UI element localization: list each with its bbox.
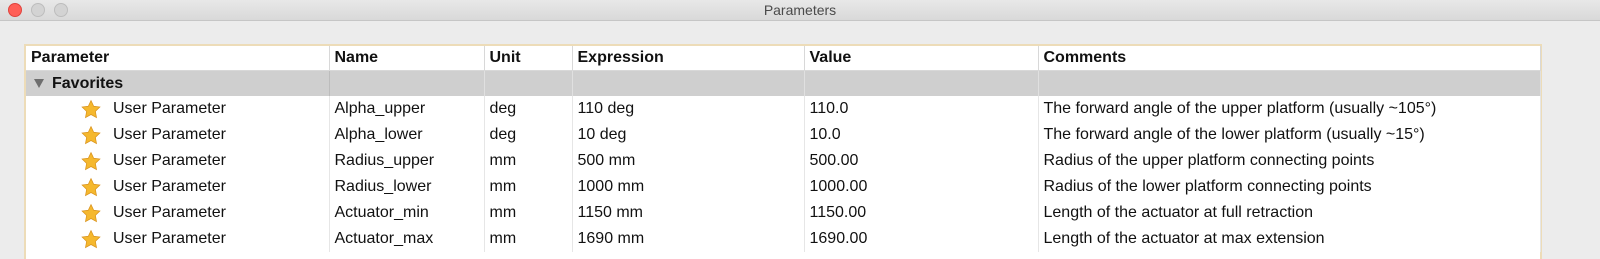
parameter-type-label: User Parameter bbox=[113, 204, 226, 221]
cell-comments[interactable]: Length of the actuator at max extension bbox=[1038, 226, 1541, 252]
cell-unit[interactable]: mm bbox=[484, 174, 573, 200]
group-row-favorites[interactable]: Favorites bbox=[26, 70, 1541, 96]
cell-value[interactable]: 1690.00 bbox=[804, 226, 1039, 252]
column-header-value[interactable]: Value bbox=[804, 46, 1039, 71]
cell-value[interactable]: 1000.00 bbox=[804, 174, 1039, 200]
star-icon[interactable] bbox=[80, 229, 102, 250]
table-row[interactable]: User Parameter Actuator_max mm 1690 mm 1690.… bbox=[26, 226, 1541, 252]
table-row[interactable]: User Parameter Radius_lower mm 1000 mm 1000.… bbox=[26, 174, 1541, 200]
cell-unit[interactable]: deg bbox=[484, 96, 573, 122]
triangle-down-icon[interactable] bbox=[34, 79, 44, 88]
cell-parameter[interactable]: User Parameter bbox=[26, 122, 330, 148]
parameter-type-label: User Parameter bbox=[113, 152, 226, 169]
cell-unit[interactable]: mm bbox=[484, 148, 573, 174]
cell-expression[interactable]: 1150 mm bbox=[572, 200, 805, 226]
column-header-comments[interactable]: Comments bbox=[1038, 46, 1541, 71]
star-icon[interactable] bbox=[80, 125, 102, 146]
parameters-table: Parameter Name Unit Expression Value Com… bbox=[26, 46, 1541, 252]
star-icon[interactable] bbox=[80, 177, 102, 198]
star-icon[interactable] bbox=[80, 203, 102, 224]
cell-expression[interactable]: 1000 mm bbox=[572, 174, 805, 200]
cell-comments[interactable]: The forward angle of the lower platform … bbox=[1038, 122, 1541, 148]
cell-parameter[interactable]: User Parameter bbox=[26, 226, 330, 252]
cell-value[interactable]: 110.0 bbox=[804, 96, 1039, 122]
star-icon[interactable] bbox=[80, 151, 102, 172]
cell-comments[interactable]: Radius of the lower platform connecting … bbox=[1038, 174, 1541, 200]
cell-expression[interactable]: 110 deg bbox=[572, 96, 805, 122]
table-row[interactable]: User Parameter Radius_upper mm 500 mm 500.00… bbox=[26, 148, 1541, 174]
table-row[interactable]: User Parameter Alpha_lower deg 10 deg 10.0 Th… bbox=[26, 122, 1541, 148]
group-cell-empty bbox=[484, 70, 573, 96]
cell-expression[interactable]: 10 deg bbox=[572, 122, 805, 148]
cell-parameter[interactable]: User Parameter bbox=[26, 148, 330, 174]
column-header-name[interactable]: Name bbox=[329, 46, 485, 71]
title-bar: Parameters bbox=[0, 0, 1600, 21]
cell-comments[interactable]: The forward angle of the upper platform … bbox=[1038, 96, 1541, 122]
parameters-table-frame: Parameter Name Unit Expression Value Com… bbox=[24, 44, 1542, 259]
cell-parameter[interactable]: User Parameter bbox=[26, 96, 330, 122]
cell-name[interactable]: Radius_lower bbox=[329, 174, 485, 200]
group-cell-empty bbox=[1038, 70, 1541, 96]
cell-name[interactable]: Actuator_min bbox=[329, 200, 485, 226]
group-cell-empty bbox=[329, 70, 485, 96]
cell-value[interactable]: 10.0 bbox=[804, 122, 1039, 148]
column-header-expression[interactable]: Expression bbox=[572, 46, 805, 71]
cell-unit[interactable]: mm bbox=[484, 226, 573, 252]
group-cell-empty bbox=[804, 70, 1039, 96]
column-header-unit[interactable]: Unit bbox=[484, 46, 573, 71]
star-icon[interactable] bbox=[80, 99, 102, 120]
cell-unit[interactable]: deg bbox=[484, 122, 573, 148]
group-cell[interactable]: Favorites bbox=[26, 70, 330, 96]
window-title: Parameters bbox=[763, 2, 837, 18]
column-header-parameter[interactable]: Parameter bbox=[26, 46, 330, 71]
table-header-row: Parameter Name Unit Expression Value Com… bbox=[26, 46, 1541, 71]
table-row[interactable]: User Parameter Alpha_upper deg 110 deg 110.0… bbox=[26, 96, 1541, 122]
cell-parameter[interactable]: User Parameter bbox=[26, 174, 330, 200]
group-label: Favorites bbox=[52, 74, 124, 92]
table-row[interactable]: User Parameter Actuator_min mm 1150 mm 1150.… bbox=[26, 200, 1541, 226]
cell-name[interactable]: Alpha_lower bbox=[329, 122, 485, 148]
parameter-type-label: User Parameter bbox=[113, 230, 226, 247]
cell-value[interactable]: 1150.00 bbox=[804, 200, 1039, 226]
cell-unit[interactable]: mm bbox=[484, 200, 573, 226]
cell-expression[interactable]: 1690 mm bbox=[572, 226, 805, 252]
cell-name[interactable]: Actuator_max bbox=[329, 226, 485, 252]
cell-expression[interactable]: 500 mm bbox=[572, 148, 805, 174]
parameters-window: Parameters Parameter Name Unit Expressio… bbox=[0, 0, 1600, 259]
parameter-type-label: User Parameter bbox=[113, 100, 226, 117]
group-cell-empty bbox=[572, 70, 805, 96]
cell-comments[interactable]: Radius of the upper platform connecting … bbox=[1038, 148, 1541, 174]
cell-name[interactable]: Alpha_upper bbox=[329, 96, 485, 122]
cell-comments[interactable]: Length of the actuator at full retractio… bbox=[1038, 200, 1541, 226]
parameter-type-label: User Parameter bbox=[113, 178, 226, 195]
parameter-type-label: User Parameter bbox=[113, 126, 226, 143]
cell-parameter[interactable]: User Parameter bbox=[26, 200, 330, 226]
cell-name[interactable]: Radius_upper bbox=[329, 148, 485, 174]
cell-value[interactable]: 500.00 bbox=[804, 148, 1039, 174]
